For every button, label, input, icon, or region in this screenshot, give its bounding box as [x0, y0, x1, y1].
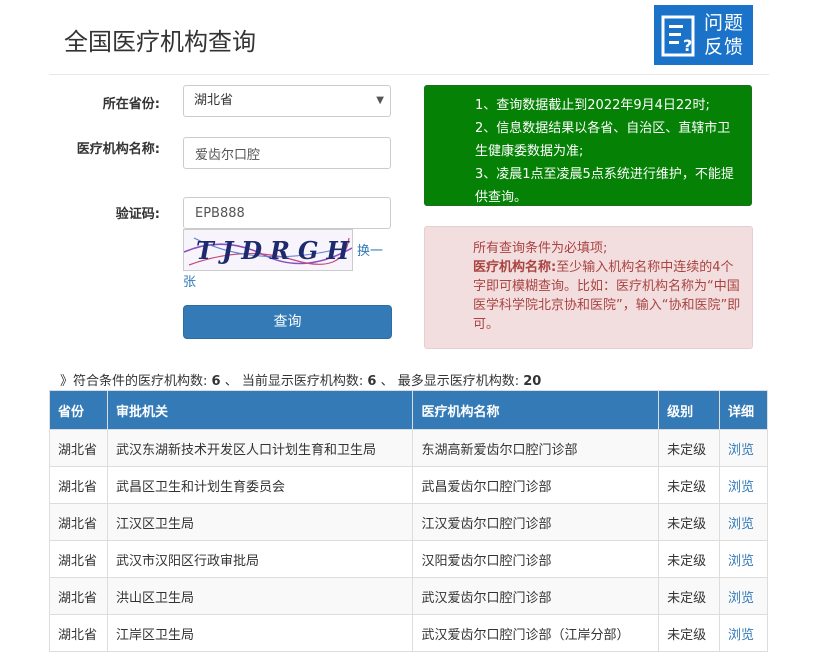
summary-match-count: 6 [211, 374, 221, 389]
cell-authority: 江岸区卫生局 [106, 614, 414, 652]
notice-warning-line: 所有查询条件为必填项; [473, 241, 608, 256]
cell-org-name: 武昌爱齿尔口腔门诊部 [412, 466, 660, 504]
title-divider [49, 74, 769, 75]
feedback-label-line1: 问题 [704, 12, 745, 34]
col-header-level: 级别 [658, 390, 720, 430]
summary-match-label: 》符合条件的医疗机构数: [60, 374, 208, 389]
view-detail-link[interactable]: 浏览 [719, 540, 768, 578]
view-detail-link[interactable]: 浏览 [719, 466, 768, 504]
chevron-down-icon: ▼ [376, 95, 384, 106]
results-table: 省份 审批机关 医疗机构名称 级别 详细 湖北省 武汉东湖新技术开发区人口计划生… [49, 390, 768, 652]
cell-level: 未定级 [658, 614, 720, 652]
notice-info-line: 3、凌晨1点至凌晨5点系统进行维护，不能提供查询。 [475, 167, 734, 205]
cell-authority: 武汉东湖新技术开发区人口计划生育和卫生局 [106, 429, 414, 467]
cell-authority: 武昌区卫生和计划生育委员会 [106, 466, 414, 504]
captcha-noise: TJDRGH [184, 236, 352, 266]
col-header-authority: 审批机关 [106, 390, 414, 430]
cell-level: 未定级 [658, 577, 720, 615]
captcha-text: TJDRGH [196, 236, 352, 265]
summary-shown-count: 6 [367, 374, 377, 389]
cell-org-name: 汉阳爱齿尔口腔门诊部 [412, 540, 660, 578]
col-header-detail: 详细 [719, 390, 768, 430]
captcha-code-label: 验证码: [115, 207, 160, 222]
svg-text:?: ? [683, 36, 692, 55]
notice-info-box: 1、查询数据截止到2022年9月4日22时; 2、信息数据结果以各省、自治区、直… [424, 85, 752, 206]
feedback-label: 问题 反馈 [704, 11, 744, 59]
cell-province: 湖北省 [49, 429, 108, 467]
view-detail-link[interactable]: 浏览 [719, 577, 768, 615]
cell-org-name: 武汉爱齿尔口腔门诊部 [412, 577, 660, 615]
notice-warning-bold: 医疗机构名称: [473, 260, 557, 275]
cell-province: 湖北省 [49, 466, 108, 504]
cell-province: 湖北省 [49, 540, 108, 578]
view-detail-link[interactable]: 浏览 [719, 614, 768, 652]
query-button[interactable]: 查询 [183, 305, 392, 339]
view-detail-link[interactable]: 浏览 [719, 503, 768, 541]
cell-authority: 江汉区卫生局 [106, 503, 414, 541]
refresh-captcha-link[interactable]: 换一 [357, 240, 383, 259]
refresh-captcha-link-wrap[interactable]: 张 [183, 271, 196, 290]
cell-level: 未定级 [658, 466, 720, 504]
table-row: 湖北省 江岸区卫生局 武汉爱齿尔口腔门诊部（江岸分部） 未定级 浏览 [49, 614, 768, 652]
feedback-icon: ? [661, 15, 695, 57]
table-row: 湖北省 武昌区卫生和计划生育委员会 武昌爱齿尔口腔门诊部 未定级 浏览 [49, 466, 768, 504]
summary-max-label: 、 最多显示医疗机构数: [380, 374, 520, 389]
cell-org-name: 江汉爱齿尔口腔门诊部 [412, 503, 660, 541]
notice-info-line: 1、查询数据截止到2022年9月4日22时; [475, 98, 710, 113]
cell-province: 湖北省 [49, 577, 108, 615]
table-row: 湖北省 武汉东湖新技术开发区人口计划生育和卫生局 东湖高新爱齿尔口腔门诊部 未定… [49, 429, 768, 467]
col-header-province: 省份 [49, 390, 108, 430]
view-detail-link[interactable]: 浏览 [719, 429, 768, 467]
org-name-input[interactable] [183, 137, 391, 169]
notice-warning-line: 医疗机构名称:至少输入机构名称中连续的4个字即可模糊查询。比如：医疗机构名称为“… [473, 258, 742, 334]
page-title: 全国医疗机构查询 [64, 28, 256, 56]
captcha-code-input[interactable] [183, 197, 391, 229]
result-summary: 》符合条件的医疗机构数: 6 、 当前显示医疗机构数: 6 、 最多显示医疗机构… [60, 370, 541, 389]
notice-warning-box: 所有查询条件为必填项; 医疗机构名称:至少输入机构名称中连续的4个字即可模糊查询… [424, 226, 753, 349]
summary-max-count: 20 [523, 374, 542, 389]
table-row: 湖北省 武汉市汉阳区行政审批局 汉阳爱齿尔口腔门诊部 未定级 浏览 [49, 540, 768, 578]
captcha-image[interactable]: TJDRGH [183, 229, 353, 271]
cell-org-name: 东湖高新爱齿尔口腔门诊部 [412, 429, 660, 467]
col-header-org-name: 医疗机构名称 [412, 390, 660, 430]
cell-level: 未定级 [658, 540, 720, 578]
province-select-value: 湖北省 [194, 93, 234, 108]
org-name-label: 医疗机构名称: [76, 142, 160, 157]
feedback-label-line2: 反馈 [704, 36, 745, 58]
province-label: 所在省份: [102, 97, 160, 112]
cell-org-name: 武汉爱齿尔口腔门诊部（江岸分部） [412, 614, 660, 652]
cell-province: 湖北省 [49, 503, 108, 541]
cell-authority: 武汉市汉阳区行政审批局 [106, 540, 414, 578]
table-header-row: 省份 审批机关 医疗机构名称 级别 详细 [49, 390, 768, 430]
feedback-button[interactable]: ? 问题 反馈 [654, 5, 753, 65]
province-select[interactable]: 湖北省 ▼ [183, 85, 391, 117]
cell-authority: 洪山区卫生局 [106, 577, 414, 615]
table-row: 湖北省 洪山区卫生局 武汉爱齿尔口腔门诊部 未定级 浏览 [49, 577, 768, 615]
table-row: 湖北省 江汉区卫生局 江汉爱齿尔口腔门诊部 未定级 浏览 [49, 503, 768, 541]
summary-shown-label: 、 当前显示医疗机构数: [224, 374, 364, 389]
notice-info-line: 2、信息数据结果以各省、自治区、直辖市卫生健康委数据为准; [475, 121, 731, 159]
cell-level: 未定级 [658, 429, 720, 467]
cell-province: 湖北省 [49, 614, 108, 652]
cell-level: 未定级 [658, 503, 720, 541]
